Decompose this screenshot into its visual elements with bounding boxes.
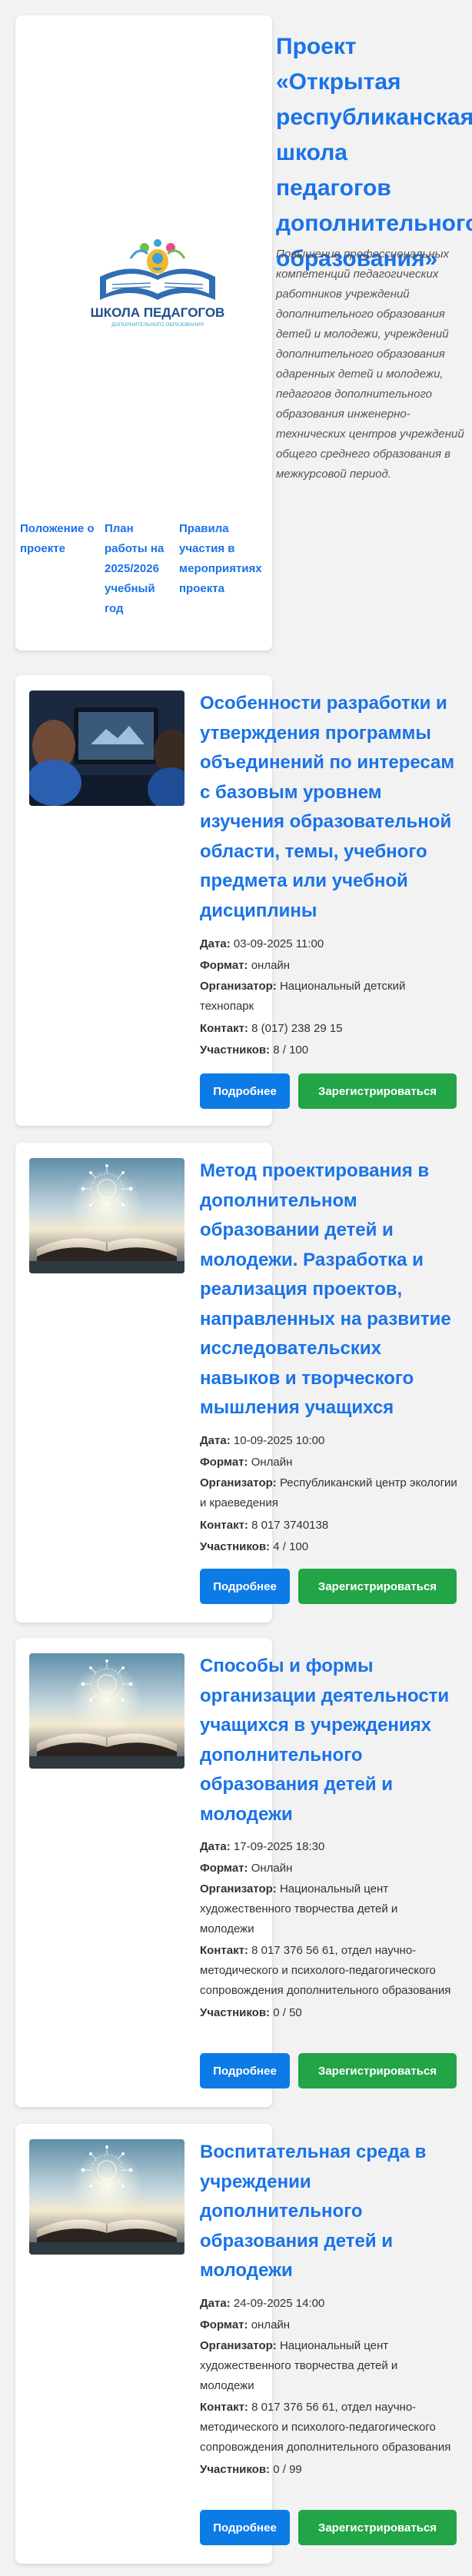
event-title[interactable]: Способы и формы организации деятельности… (200, 1652, 461, 1829)
event-format: Онлайн (251, 1456, 293, 1469)
nav-link-plan[interactable]: План работы на 2025/2026 учебный год (105, 519, 170, 619)
event-format: онлайн (251, 959, 291, 972)
event-info: Дата: 17-09-2025 18:30 Формат: Онлайн Ор… (200, 1840, 451, 2019)
more-button[interactable]: Подробнее (200, 1569, 290, 1604)
event-format: онлайн (251, 2318, 291, 2331)
event-participants: 4 / 100 (273, 1540, 309, 1553)
event-title[interactable]: Метод проектирования в дополнительном об… (200, 1157, 461, 1423)
project-title: Проект «Открытая республиканская школа п… (276, 34, 472, 271)
register-button[interactable]: Зарегистрироваться (298, 2510, 457, 2545)
event-info: Дата: 24-09-2025 14:00 Формат: онлайн Ор… (200, 2297, 451, 2476)
event-participants: 8 / 100 (273, 1043, 309, 1057)
logo-emblem-icon (100, 239, 215, 300)
event-title[interactable]: Воспитательная среда в учреждении дополн… (200, 2138, 461, 2286)
logo-title: ШКОЛА ПЕДАГОГОВ (91, 305, 225, 320)
event-image (29, 2139, 184, 2255)
event-date: 03-09-2025 11:00 (233, 937, 324, 950)
register-button[interactable]: Зарегистрироваться (298, 2053, 457, 2088)
event-date: 24-09-2025 14:00 (233, 2297, 325, 2310)
event-participants: 0 / 50 (273, 2006, 302, 2019)
event-participants: 0 / 99 (273, 2463, 302, 2476)
more-button[interactable]: Подробнее (200, 2053, 290, 2088)
event-contact: 8 017 3740138 (251, 1519, 329, 1532)
more-button[interactable]: Подробнее (200, 1073, 290, 1109)
logo-subtitle: ДОПОЛНИТЕЛЬНОГО ОБРАЗОВАНИЯ (111, 322, 204, 328)
event-title[interactable]: Особенности разработки и утверждения про… (200, 689, 461, 926)
event-image (29, 691, 184, 806)
register-button[interactable]: Зарегистрироваться (298, 1073, 457, 1109)
nav-link-regulations[interactable]: Положение о проекте (20, 519, 97, 559)
project-card: ШКОЛА ПЕДАГОГОВ ДОПОЛНИТЕЛЬНОГО ОБРАЗОВА… (15, 15, 272, 651)
event-info: Дата: 10-09-2025 10:00 Формат: Онлайн Ор… (200, 1434, 457, 1553)
event-contact: 8 (017) 238 29 15 (251, 1022, 343, 1035)
event-date: 10-09-2025 10:00 (233, 1434, 325, 1447)
project-description: Повышение профессиональных компетенций п… (276, 248, 464, 481)
more-button[interactable]: Подробнее (200, 2510, 290, 2545)
event-info: Дата: 03-09-2025 11:00 Формат: онлайн Ор… (200, 937, 406, 1057)
event-format: Онлайн (251, 1862, 293, 1875)
event-image (29, 1653, 184, 1769)
register-button[interactable]: Зарегистрироваться (298, 1569, 457, 1604)
event-image (29, 1158, 184, 1273)
school-logo: ШКОЛА ПЕДАГОГОВ ДОПОЛНИТЕЛЬНОГО ОБРАЗОВА… (85, 223, 231, 338)
event-date: 17-09-2025 18:30 (233, 1840, 325, 1853)
nav-link-rules[interactable]: Правила участия в мероприятиях проекта (179, 519, 275, 599)
